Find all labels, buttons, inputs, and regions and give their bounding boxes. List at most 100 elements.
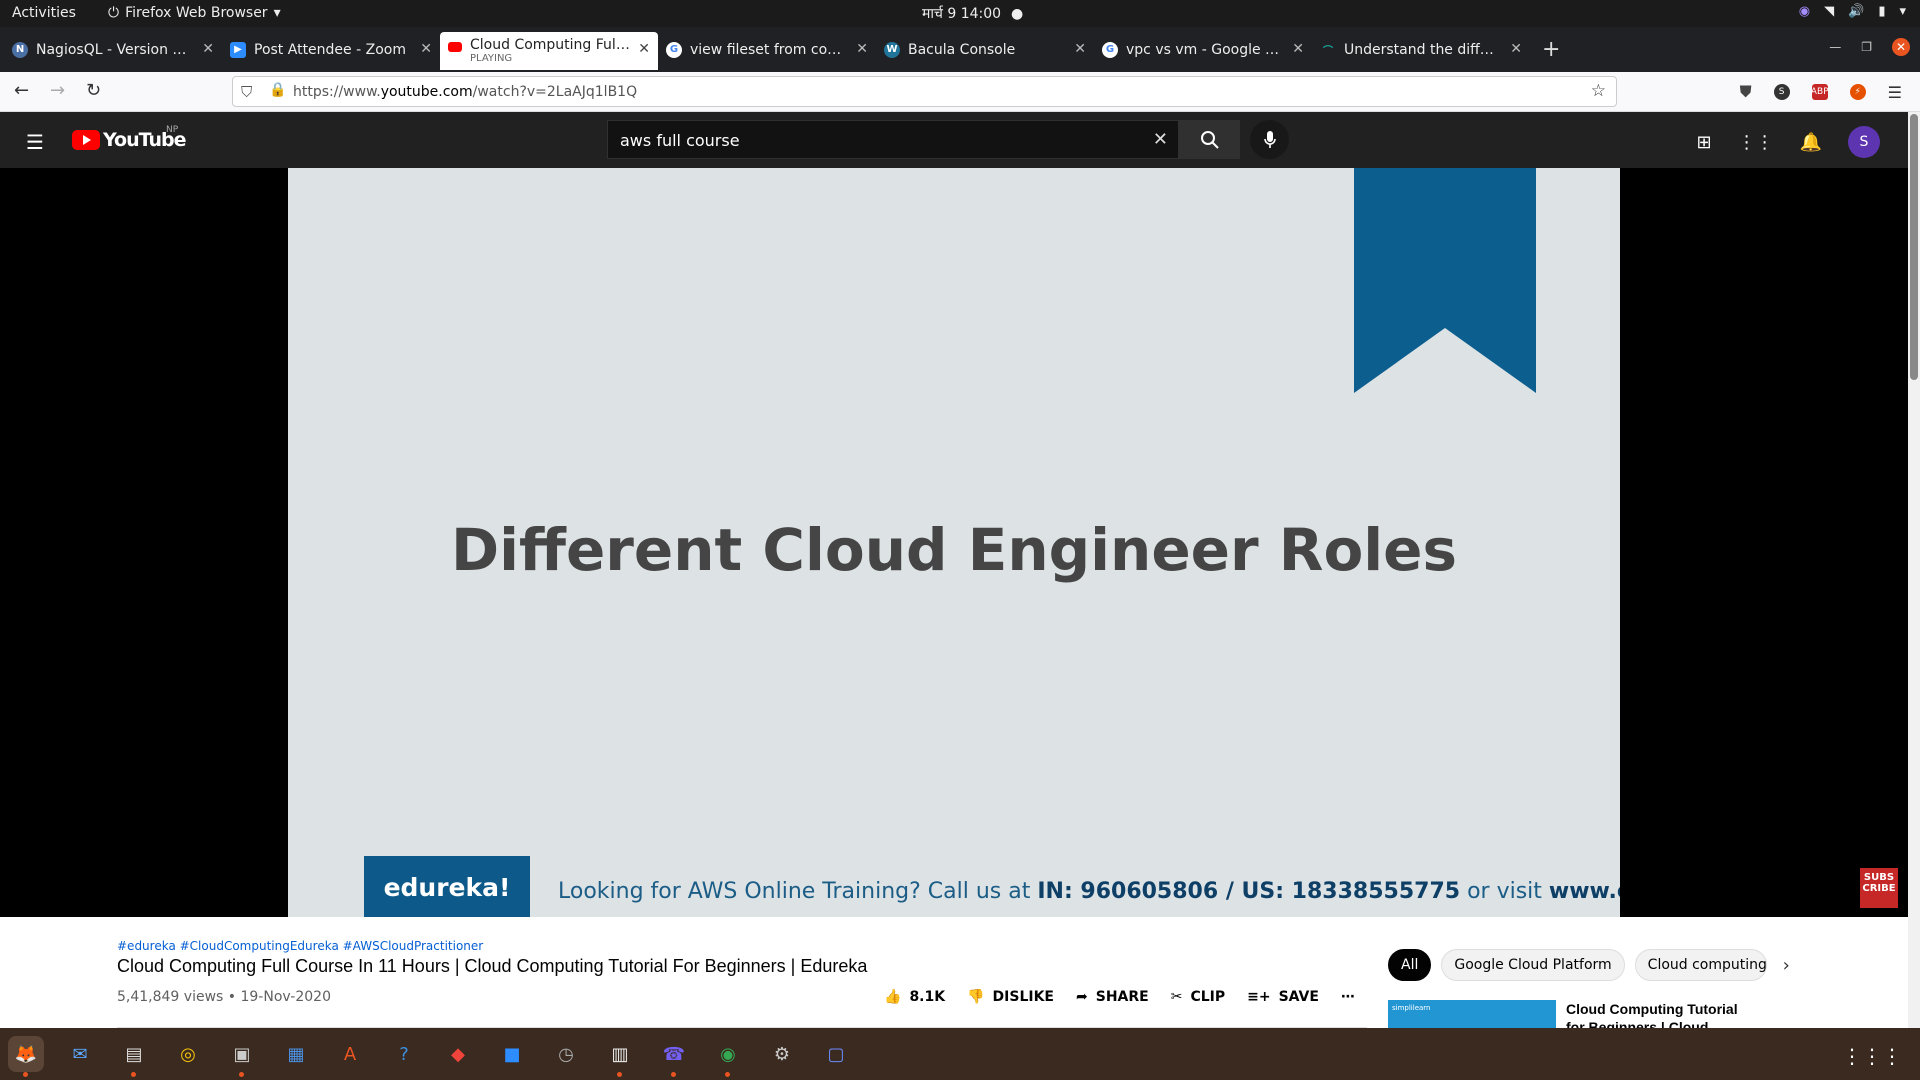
terminal-dock-icon[interactable]: ▣ bbox=[224, 1036, 260, 1077]
close-window-icon[interactable]: ✕ bbox=[1892, 38, 1910, 56]
navigation-bar: ← → ↻ ⛉ 🔒 https://www. youtube.com/watch?… bbox=[0, 72, 1920, 112]
screenshot-dock-icon[interactable]: ▢ bbox=[818, 1036, 854, 1072]
more-actions-button[interactable]: ⋯ bbox=[1341, 989, 1355, 1005]
back-arrow-icon[interactable]: ← bbox=[14, 80, 29, 101]
url-prefix: https://www. bbox=[293, 83, 381, 100]
tab-understand[interactable]: ⌒ Understand the difference ✕ bbox=[1312, 32, 1530, 68]
system-tray[interactable]: ◉ ◥ 🔊 ▮ ▾ bbox=[1799, 4, 1906, 19]
guide-menu-icon[interactable]: ☰ bbox=[26, 130, 44, 154]
activities-button[interactable]: Activities bbox=[12, 5, 76, 21]
video-actions: 👍 8.1K 👎 DISLIKE ➦ SHARE ✂ CLIP ≡+ SAVE ⋯ bbox=[884, 989, 1355, 1005]
tab-bacula[interactable]: W Bacula Console ✕ bbox=[876, 32, 1094, 68]
show-applications-icon[interactable]: ⋮⋮⋮ bbox=[1842, 1044, 1902, 1068]
writer-dock-icon[interactable]: ▦ bbox=[278, 1036, 314, 1072]
recommendation-item[interactable]: simplilearn Cloud Computing Tutorial for… bbox=[1388, 1000, 1756, 1028]
menu-hamburger-icon[interactable]: ☰ bbox=[1888, 83, 1902, 102]
video-player[interactable]: Different Cloud Engineer Roles edureka! … bbox=[0, 168, 1908, 917]
close-tab-icon[interactable]: ✕ bbox=[856, 41, 868, 57]
thunderbird-dock-icon[interactable]: ✉ bbox=[62, 1036, 98, 1072]
tracking-shield-icon[interactable]: ⛉ bbox=[241, 83, 252, 101]
save-button[interactable]: ≡+ SAVE bbox=[1247, 989, 1319, 1005]
bookmark-ribbon-icon bbox=[1354, 168, 1536, 393]
firefox-dock-icon[interactable]: 🦊 bbox=[8, 1036, 44, 1077]
dislike-button[interactable]: 👎 DISLIKE bbox=[967, 989, 1054, 1005]
rhythmbox-dock-icon[interactable]: ◎ bbox=[170, 1036, 206, 1072]
app-menu[interactable]: ⏻ Firefox Web Browser ▾ bbox=[108, 5, 281, 21]
like-button[interactable]: 👍 8.1K bbox=[884, 989, 945, 1005]
more-dots-icon: ⋯ bbox=[1340, 989, 1355, 1005]
share-button[interactable]: ➦ SHARE bbox=[1076, 989, 1149, 1005]
sync-avatar-icon[interactable]: S bbox=[1773, 84, 1790, 100]
subscribe-watermark[interactable]: SUBS CRIBE bbox=[1860, 868, 1898, 908]
close-tab-icon[interactable]: ✕ bbox=[1074, 41, 1086, 57]
create-video-icon[interactable]: ⊞ bbox=[1696, 132, 1711, 153]
chrome-dock-icon[interactable]: ◉ bbox=[710, 1036, 746, 1077]
bookmark-star-icon[interactable]: ☆ bbox=[1591, 81, 1606, 101]
zoom-dock-icon[interactable]: ■ bbox=[494, 1036, 530, 1072]
youtube-header: ☰ YouTube NP aws full course ✕ ⊞ ⋮⋮ 🔔 S bbox=[0, 112, 1920, 168]
anydesk-dock-icon[interactable]: ◆ bbox=[440, 1036, 476, 1072]
tab-nagiosql[interactable]: N NagiosQL - Version 3.2.0 ✕ bbox=[4, 32, 222, 68]
tab-google-vpc[interactable]: G vpc vs vm - Google Search ✕ bbox=[1094, 32, 1312, 68]
tab-zoom[interactable]: ▶ Post Attendee - Zoom ✕ bbox=[222, 32, 440, 68]
promo-banner: Looking for AWS Online Training? Call us… bbox=[558, 879, 1620, 904]
help-dock-icon[interactable]: ? bbox=[386, 1036, 422, 1072]
extension-icon[interactable]: ⚡ bbox=[1849, 84, 1866, 100]
tab-google-fileset[interactable]: G view fileset from console ✕ bbox=[658, 32, 876, 68]
chevron-right-icon[interactable]: › bbox=[1783, 955, 1790, 976]
clip-button[interactable]: ✂ CLIP bbox=[1171, 989, 1225, 1005]
recommendation-thumbnail[interactable]: simplilearn bbox=[1388, 1000, 1556, 1028]
tab-title: Bacula Console bbox=[908, 41, 1016, 58]
volume-icon: 🔊 bbox=[1848, 4, 1865, 19]
new-tab-button[interactable]: + bbox=[1542, 37, 1560, 62]
tab-title: view fileset from console bbox=[690, 41, 848, 58]
search-button[interactable] bbox=[1179, 120, 1240, 159]
running-indicator bbox=[671, 1072, 676, 1077]
chip-cloud-computing[interactable]: Cloud computing bbox=[1634, 949, 1767, 981]
pocket-icon[interactable]: ⛊ bbox=[1740, 82, 1752, 102]
close-tab-icon[interactable]: ✕ bbox=[1510, 41, 1522, 57]
restore-icon[interactable]: ❐ bbox=[1861, 40, 1872, 54]
clock[interactable]: मार्च 9 14:00 ● bbox=[922, 4, 1023, 23]
chevron-down-icon: ▾ bbox=[273, 5, 281, 21]
files-dock-icon[interactable]: ▤ bbox=[116, 1036, 152, 1077]
running-indicator bbox=[617, 1072, 622, 1077]
chevron-down-icon: ▾ bbox=[1899, 4, 1906, 19]
adblock-icon[interactable]: ABP bbox=[1811, 84, 1829, 100]
save-label: SAVE bbox=[1278, 989, 1319, 1005]
clock-dock-icon[interactable]: ◷ bbox=[548, 1036, 584, 1072]
clear-search-icon[interactable]: ✕ bbox=[1153, 129, 1168, 150]
close-tab-icon[interactable]: ✕ bbox=[202, 41, 214, 57]
share-arrow-icon: ➦ bbox=[1076, 989, 1088, 1005]
video-frame: Different Cloud Engineer Roles edureka! … bbox=[288, 168, 1620, 917]
close-tab-icon[interactable]: ✕ bbox=[420, 41, 432, 57]
slide-title: Different Cloud Engineer Roles bbox=[450, 516, 1458, 584]
voice-search-button[interactable] bbox=[1250, 120, 1289, 159]
search-input[interactable]: aws full course ✕ bbox=[607, 120, 1179, 159]
close-tab-icon[interactable]: ✕ bbox=[638, 41, 650, 57]
scrollbar-thumb[interactable] bbox=[1910, 114, 1918, 380]
apps-grid-icon[interactable]: ⋮⋮ bbox=[1738, 132, 1774, 153]
lock-icon[interactable]: 🔒 bbox=[269, 82, 286, 98]
text-editor-dock-icon[interactable]: ▥ bbox=[602, 1036, 638, 1077]
recommendation-title[interactable]: Cloud Computing Tutorial for Beginners |… bbox=[1566, 1000, 1756, 1028]
chip-all[interactable]: All bbox=[1388, 949, 1432, 981]
url-bar[interactable]: ⛉ 🔒 https://www. youtube.com/watch?v=2LaA… bbox=[232, 76, 1617, 107]
settings-dock-icon[interactable]: ⚙ bbox=[764, 1036, 800, 1072]
page-scrollbar[interactable] bbox=[1908, 112, 1920, 1028]
tab-title: vpc vs vm - Google Search bbox=[1126, 41, 1284, 58]
forward-arrow-icon[interactable]: → bbox=[50, 80, 65, 101]
avatar[interactable]: S bbox=[1848, 126, 1880, 158]
tab-youtube-active[interactable]: Cloud Computing Full Course In 11 Hours … bbox=[440, 31, 658, 70]
hashtags[interactable]: #edureka #CloudComputingEdureka #AWSClou… bbox=[117, 939, 483, 953]
notification-dot-icon: ● bbox=[1011, 5, 1024, 22]
promo-lead: Looking for AWS Online Training? Call us… bbox=[558, 879, 1038, 904]
notifications-bell-icon[interactable]: 🔔 bbox=[1800, 132, 1822, 153]
software-dock-icon[interactable]: A bbox=[332, 1036, 368, 1072]
search-value: aws full course bbox=[620, 131, 740, 150]
chip-google-cloud-platform[interactable]: Google Cloud Platform bbox=[1441, 949, 1625, 981]
minimize-icon[interactable]: — bbox=[1829, 40, 1841, 54]
reload-icon[interactable]: ↻ bbox=[86, 80, 101, 101]
close-tab-icon[interactable]: ✕ bbox=[1292, 41, 1304, 57]
viber-dock-icon[interactable]: ☎ bbox=[656, 1036, 692, 1077]
